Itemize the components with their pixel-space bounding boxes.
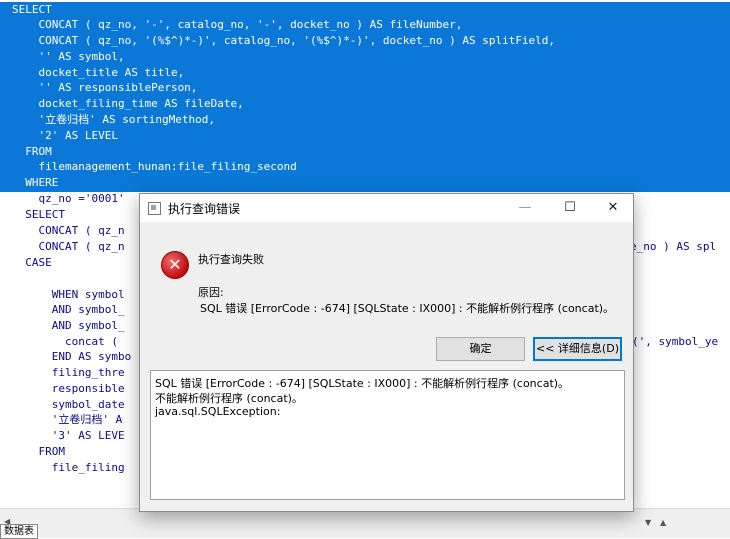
code-line: FROM (12, 145, 52, 158)
code-line: '3' AS LEVE (12, 429, 125, 442)
code-line: filemanagement_hunan:file_filing_second (12, 160, 297, 173)
code-line: '立卷归档' A (12, 413, 123, 426)
error-dialog: 执行查询错误 — ☐ ✕ ✕ 执行查询失败 原因: SQL 错误 [ErrorC… (139, 193, 634, 512)
reason-text: SQL 错误 [ErrorCode : -674] [SQLState : IX… (200, 302, 615, 315)
code-line: '2' AS LEVEL (12, 129, 118, 142)
dialog-title: 执行查询错误 (168, 202, 241, 216)
code-line: '' AS responsiblePerson, (12, 81, 198, 94)
code-line: symbol_date (12, 398, 125, 411)
code-line: CONCAT ( qz_no, '(%$^)*-)', catalog_no, … (12, 34, 556, 47)
horizontal-scrollbar[interactable]: ◀ ▼ ▲ (0, 508, 730, 538)
code-line: docket_filing_time AS fileDate, (12, 97, 244, 110)
code-line: concat ( (12, 335, 118, 348)
code-line: CASE (12, 256, 52, 269)
ok-button[interactable]: 确定 (436, 337, 525, 361)
reason-label: 原因: (198, 286, 224, 299)
code-line: AND symbol_ (12, 319, 125, 332)
code-fragment-2: (', symbol_ye (632, 335, 719, 348)
code-fragment-1: e_no ) AS spl (630, 240, 717, 253)
code-line: CONCAT ( qz_n (12, 224, 125, 237)
close-button[interactable]: ✕ (598, 198, 628, 218)
code-line: docket_title AS title, (12, 66, 185, 79)
scroll-up-icon[interactable]: ▲ (660, 518, 666, 527)
code-line: SELECT (12, 3, 52, 16)
details-line-2: 不能解析例行程序 (concat)。 (155, 392, 303, 405)
dialog-titlebar[interactable]: 执行查询错误 — ☐ ✕ (140, 194, 633, 222)
details-line-3: java.sql.SQLException: (155, 405, 281, 418)
error-message: 执行查询失败 (198, 253, 264, 266)
code-line: '立卷归档' AS sortingMethod, (12, 113, 215, 126)
code-line: file_filing (12, 461, 125, 474)
error-icon: ✕ (161, 251, 189, 279)
code-line: WHEN symbol (12, 288, 125, 301)
minimize-button[interactable]: — (510, 198, 540, 218)
code-line: filing_thre (12, 366, 125, 379)
details-text-area[interactable]: SQL 错误 [ErrorCode : -674] [SQLState : IX… (150, 370, 625, 500)
code-line: AND symbol_ (12, 303, 125, 316)
code-line: CONCAT ( qz_n (12, 240, 125, 253)
code-line: SELECT (12, 208, 65, 221)
code-line: responsible (12, 382, 125, 395)
code-line: FROM (12, 445, 65, 458)
code-line: qz_no ='0001' (12, 192, 125, 205)
maximize-button[interactable]: ☐ (555, 198, 585, 218)
code-line: '' AS symbol, (12, 50, 125, 63)
code-line: END AS symbo (12, 350, 132, 363)
code-line: WHERE (12, 176, 59, 189)
details-line-1: SQL 错误 [ErrorCode : -674] [SQLState : IX… (155, 377, 570, 390)
code-line: CONCAT ( qz_no, '-', catalog_no, '-', do… (12, 18, 463, 31)
window-icon (148, 202, 161, 215)
scroll-down-icon[interactable]: ▼ (645, 518, 651, 527)
details-button[interactable]: << 详细信息(D) (533, 337, 622, 361)
